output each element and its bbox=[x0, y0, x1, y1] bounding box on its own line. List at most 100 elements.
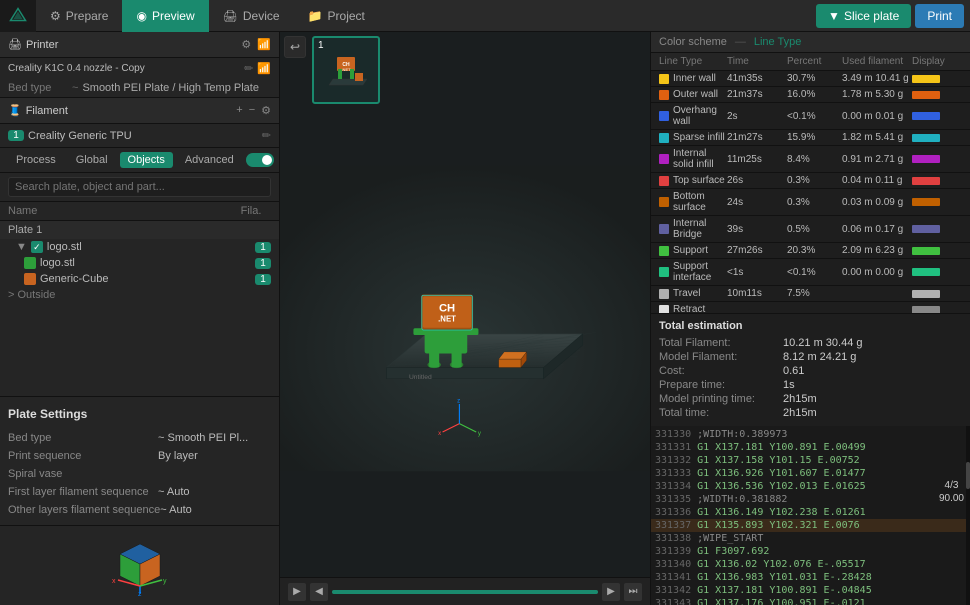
prepare-icon: ⚙ bbox=[50, 9, 61, 23]
filament-add-icon[interactable]: + bbox=[236, 104, 242, 117]
display-bar bbox=[912, 177, 940, 185]
object-item-cube[interactable]: Generic-Cube 1 bbox=[0, 271, 279, 287]
tab-advanced[interactable]: Advanced bbox=[177, 152, 242, 168]
color-scheme-separator: — bbox=[735, 36, 746, 48]
display-cell[interactable] bbox=[912, 268, 962, 276]
slice-plate-button[interactable]: ▼ Slice plate bbox=[816, 4, 911, 28]
gcode-line[interactable]: 331340 G1 X136.02 Y102.076 E-.05517 bbox=[651, 558, 970, 571]
ps-row-bed: Bed type ~ Smooth PEI Pl... bbox=[8, 429, 271, 447]
gcode-line[interactable]: 331330 ;WIDTH:0.389973 bbox=[651, 428, 970, 441]
line-time: 10m11s bbox=[727, 288, 787, 299]
obj-icon-orange bbox=[24, 273, 36, 285]
line-type-name: Support interface bbox=[673, 261, 727, 283]
display-cell[interactable] bbox=[912, 306, 962, 314]
display-cell[interactable] bbox=[912, 155, 962, 163]
tab-project[interactable]: 📁 Project bbox=[294, 0, 379, 32]
tab-project-label: Project bbox=[328, 9, 365, 23]
color-cube-area: z x y bbox=[0, 525, 279, 605]
tab-prepare[interactable]: ⚙ Prepare bbox=[36, 0, 122, 32]
line-type-cell: Retract bbox=[659, 304, 727, 313]
gcode-line-text: G1 X136.149 Y102.238 E.01261 bbox=[697, 507, 866, 518]
line-time: <1s bbox=[727, 267, 787, 278]
gcode-line[interactable]: 331338 ;WIPE_START bbox=[651, 532, 970, 545]
color-dot bbox=[659, 224, 669, 234]
print-btn-label: Print bbox=[927, 9, 952, 23]
obj-sub-badge: 1 bbox=[255, 258, 271, 269]
color-dot bbox=[659, 267, 669, 277]
display-cell[interactable] bbox=[912, 290, 962, 298]
object-item-logo-stl[interactable]: ▼ ✓ logo.stl 1 bbox=[0, 239, 279, 255]
gcode-line[interactable]: 331337 G1 X135.893 Y102.321 E.0076 bbox=[651, 519, 970, 532]
filament-remove-icon[interactable]: − bbox=[249, 104, 255, 117]
obj-checkbox-logo[interactable]: ✓ bbox=[31, 241, 43, 253]
ps-value-first-layer: ~ Auto bbox=[158, 486, 190, 498]
tl-end-btn[interactable]: ⏭ bbox=[624, 583, 642, 601]
gcode-line[interactable]: 331339 G1 F3097.692 bbox=[651, 545, 970, 558]
display-cell[interactable] bbox=[912, 75, 962, 83]
layer-bottom: 90.00 bbox=[939, 493, 964, 504]
plate-item[interactable]: Plate 1 bbox=[0, 221, 279, 239]
ps-row-spiral: Spiral vase bbox=[8, 465, 271, 483]
search-input[interactable] bbox=[8, 177, 271, 197]
display-cell[interactable] bbox=[912, 112, 962, 120]
filament-title: Filament bbox=[26, 105, 68, 117]
gcode-line-num: 331339 bbox=[655, 546, 697, 557]
display-cell[interactable] bbox=[912, 247, 962, 255]
tl-play-btn[interactable]: ▶ bbox=[288, 583, 306, 601]
gcode-line[interactable]: 331331 G1 X137.181 Y100.891 E.00499 bbox=[651, 441, 970, 454]
print-button[interactable]: Print bbox=[915, 4, 964, 28]
line-time: 11m25s bbox=[727, 154, 787, 165]
gcode-line[interactable]: 331341 G1 X136.983 Y101.031 E-.28428 bbox=[651, 571, 970, 584]
display-cell[interactable] bbox=[912, 134, 962, 142]
right-side-scroll[interactable] bbox=[966, 426, 970, 605]
toggle-switch[interactable] bbox=[246, 153, 274, 167]
printer-wifi-icon[interactable]: 📶 bbox=[257, 38, 271, 51]
line-type-name: Travel bbox=[673, 288, 700, 299]
gcode-line[interactable]: 331335 ;WIDTH:0.381882 bbox=[651, 493, 970, 506]
object-item-logo-sub[interactable]: logo.stl 1 bbox=[0, 255, 279, 271]
thumb-num: 1 bbox=[318, 40, 324, 51]
color-dot bbox=[659, 305, 669, 314]
color-cube-svg: z x y bbox=[110, 536, 170, 596]
tab-device[interactable]: 🖨 Device bbox=[209, 0, 294, 32]
right-scroll-thumb[interactable] bbox=[966, 462, 970, 489]
tl-prev-btn[interactable]: ◀ bbox=[310, 583, 328, 601]
gcode-comment: ;WIDTH:0.381882 bbox=[697, 494, 787, 505]
tab-global[interactable]: Global bbox=[68, 152, 116, 168]
filament-settings-icon[interactable]: ⚙ bbox=[261, 104, 271, 117]
timeline-progress[interactable] bbox=[332, 590, 598, 594]
filament-edit-icon[interactable]: ✏ bbox=[262, 129, 271, 142]
top-bar: ⚙ Prepare ◉ Preview 🖨 Device 📁 Project ▼… bbox=[0, 0, 970, 32]
gcode-line[interactable]: 331332 G1 X137.158 Y101.15 E.00752 bbox=[651, 454, 970, 467]
tab-process[interactable]: Process bbox=[8, 152, 64, 168]
gcode-line[interactable]: 331336 G1 X136.149 Y102.238 E.01261 bbox=[651, 506, 970, 519]
display-cell[interactable] bbox=[912, 177, 962, 185]
display-cell[interactable] bbox=[912, 225, 962, 233]
gcode-line[interactable]: 331343 G1 X137.176 Y100.951 E-.0121 bbox=[651, 597, 970, 605]
stats-row: Internal solid infill 11m25s 8.4% 0.91 m… bbox=[651, 146, 970, 173]
gcode-line[interactable]: 331334 G1 X136.536 Y102.013 E.01625 bbox=[651, 480, 970, 493]
tab-objects[interactable]: Objects bbox=[120, 152, 173, 168]
col-display: Display bbox=[912, 56, 962, 67]
gcode-line-num: 331330 bbox=[655, 429, 697, 440]
total-rows-container: Total Filament: 10.21 m 30.44 g Model Fi… bbox=[659, 336, 962, 420]
color-scheme-linetype[interactable]: Line Type bbox=[754, 36, 802, 48]
line-percent: 0.3% bbox=[787, 175, 842, 186]
vp-undo-btn[interactable]: ↩ bbox=[284, 36, 306, 58]
display-cell[interactable] bbox=[912, 91, 962, 99]
filament-actions: + − ⚙ bbox=[236, 104, 271, 117]
tab-preview[interactable]: ◉ Preview bbox=[122, 0, 208, 32]
nozzle-edit-icon[interactable]: ✏ bbox=[244, 62, 253, 75]
gcode-line[interactable]: 331333 G1 X136.926 Y101.607 E.01477 bbox=[651, 467, 970, 480]
advanced-toggle[interactable] bbox=[246, 153, 274, 167]
line-used: 3.49 m 10.41 g bbox=[842, 73, 912, 84]
display-cell[interactable] bbox=[912, 198, 962, 206]
obj-cube-badge: 1 bbox=[255, 274, 271, 285]
outside-item[interactable]: > Outside bbox=[0, 287, 279, 303]
thumbnail-item[interactable]: 1 CH .NET bbox=[312, 36, 380, 104]
printer-settings-icon[interactable]: ⚙ bbox=[241, 38, 251, 51]
tl-next-btn[interactable]: ▶ bbox=[602, 583, 620, 601]
stats-row: Support 27m26s 20.3% 2.09 m 6.23 g bbox=[651, 243, 970, 259]
gcode-line[interactable]: 331342 G1 X137.181 Y100.891 E-.04845 bbox=[651, 584, 970, 597]
line-type-name: Inner wall bbox=[673, 73, 716, 84]
